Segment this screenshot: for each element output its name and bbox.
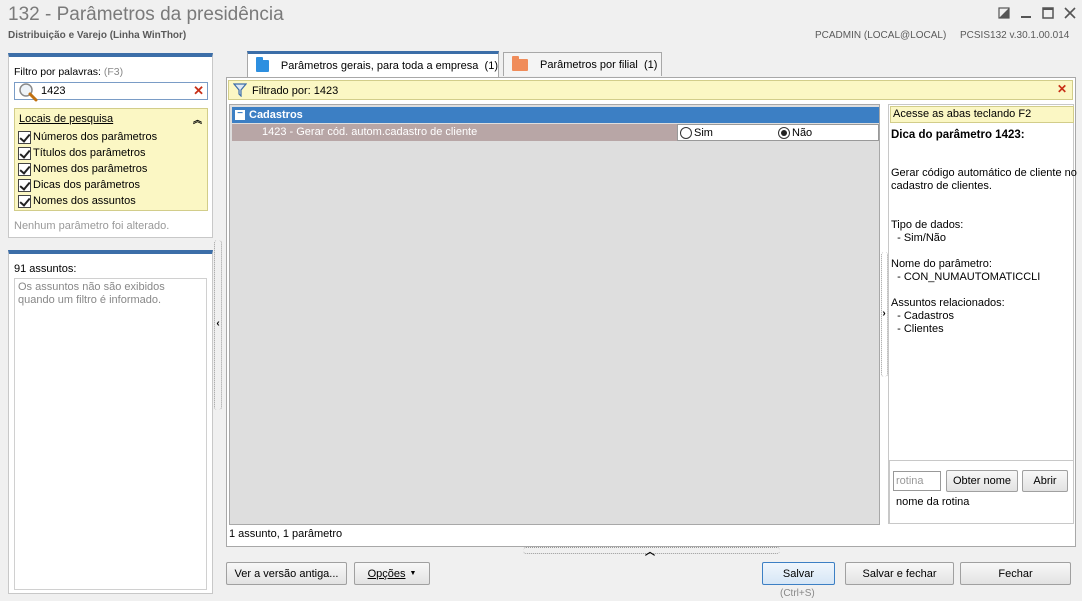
user-info: PCADMIN (LOCAL@LOCAL) xyxy=(815,30,947,41)
subjects-panel: 91 assuntos: Os assuntos não são exibido… xyxy=(8,250,213,594)
help-related-label: Assuntos relacionados: xyxy=(891,297,1005,309)
version-info: PCSIS132 v.30.1.00.014 xyxy=(960,30,1070,41)
window-title: 132 - Parâmetros da presidência xyxy=(8,4,284,25)
checkbox[interactable] xyxy=(18,162,31,176)
rotina-box: Obter nome Abrir nome da rotina xyxy=(889,460,1074,524)
subjects-count: 91 assuntos: xyxy=(14,263,77,275)
search-locations-title[interactable]: Locais de pesquisa xyxy=(19,113,113,125)
parameter-row[interactable]: 1423 - Gerar cód. autom.cadastro de clie… xyxy=(232,124,879,141)
location-checkbox-row[interactable]: Títulos dos parâmetros xyxy=(18,145,146,161)
radio-nao[interactable] xyxy=(778,127,790,139)
tab-label: Parâmetros gerais, para toda a empresa xyxy=(280,59,479,72)
restore-icon[interactable] xyxy=(996,5,1012,21)
active-filter-bar: Filtrado por: 1423 ✕ xyxy=(228,80,1073,100)
location-label: Dicas dos parâmetros xyxy=(33,179,140,191)
change-status: Nenhum parâmetro foi alterado. xyxy=(14,220,170,232)
radio-sim[interactable] xyxy=(680,127,692,139)
location-label: Títulos dos parâmetros xyxy=(33,147,146,159)
collapse-group-icon[interactable]: − xyxy=(235,109,245,120)
search-icon xyxy=(17,82,39,102)
checkbox[interactable] xyxy=(18,146,31,160)
parameter-label: 1423 - Gerar cód. autom.cadastro de clie… xyxy=(262,126,478,138)
help-description: Gerar código automático de cliente no xyxy=(891,167,1077,179)
options-button[interactable]: Opções ▼ xyxy=(354,562,430,585)
filter-panel: Filtro por palavras: (F3) ✕ Locais de pe… xyxy=(8,53,213,238)
filter-input-box[interactable]: ✕ xyxy=(14,82,208,102)
collapse-right-icon[interactable]: › xyxy=(880,308,888,319)
close-icon[interactable] xyxy=(1062,5,1078,21)
close-button[interactable]: Fechar xyxy=(960,562,1071,585)
location-checkbox-row[interactable]: Nomes dos parâmetros xyxy=(18,161,147,177)
location-label: Números dos parâmetros xyxy=(33,131,158,143)
grid-status: 1 assunto, 1 parâmetro xyxy=(229,528,343,540)
folder-icon xyxy=(256,56,269,72)
subjects-list[interactable]: Os assuntos não são exibidos quando um f… xyxy=(14,278,207,590)
minimize-icon[interactable] xyxy=(1018,5,1034,21)
dropdown-arrow-icon: ▼ xyxy=(409,570,417,577)
filter-shortcut-hint: (F3) xyxy=(103,66,124,78)
title-bar: 132 - Parâmetros da presidência Distribu… xyxy=(0,0,1082,45)
subjects-note: Os assuntos não são exibidos quando um f… xyxy=(18,281,165,306)
help-description: cadastro de clientes. xyxy=(891,180,992,192)
location-checkbox-row[interactable]: Nomes dos assuntos xyxy=(18,193,136,209)
help-related-item: - Cadastros xyxy=(891,310,954,322)
option-sim[interactable]: Sim xyxy=(680,127,713,139)
location-checkbox-row[interactable]: Números dos parâmetros xyxy=(18,129,157,145)
tab-count: (1) xyxy=(484,59,498,72)
help-data-type: - Sim/Não xyxy=(891,232,947,244)
filter-label-text: Filtro por palavras: xyxy=(14,66,101,78)
rotina-input[interactable] xyxy=(893,471,941,491)
parameters-grid: − Cadastros 1423 - Gerar cód. autom.cada… xyxy=(229,104,880,525)
help-param-name: - CON_NUMAUTOMATICCLI xyxy=(891,271,1041,283)
help-data-type-label: Tipo de dados: xyxy=(891,219,964,231)
funnel-icon xyxy=(232,83,248,100)
obter-nome-button[interactable]: Obter nome xyxy=(946,470,1018,492)
save-button[interactable]: Salvar xyxy=(762,562,835,585)
collapse-bottom-icon[interactable]: ︿ xyxy=(645,543,655,558)
folder-icon xyxy=(512,55,528,71)
filtered-label: Filtrado por: 1423 xyxy=(252,85,339,97)
help-related-item: - Clientes xyxy=(891,323,944,335)
maximize-icon[interactable] xyxy=(1040,5,1056,21)
location-label: Nomes dos assuntos xyxy=(33,195,136,207)
group-label: Cadastros xyxy=(249,109,303,121)
option-nao[interactable]: Não xyxy=(778,127,812,139)
collapse-icon[interactable]: ︽ xyxy=(193,113,202,126)
save-and-close-button[interactable]: Salvar e fechar xyxy=(845,562,954,585)
group-row[interactable]: − Cadastros xyxy=(232,107,879,123)
window-subtitle: Distribuição e Varejo (Linha WinThor) xyxy=(8,30,187,41)
tab-label: Parâmetros por filial xyxy=(540,58,638,71)
old-version-label: Ver a versão antiga... xyxy=(234,567,339,580)
abrir-button[interactable]: Abrir xyxy=(1022,470,1068,492)
tab-parametros-gerais[interactable]: Parâmetros gerais, para toda a empresa (… xyxy=(247,51,499,77)
help-param-name-label: Nome do parâmetro: xyxy=(891,258,992,270)
options-label: Opções xyxy=(367,567,406,580)
option-label: Não xyxy=(792,127,813,139)
clear-active-filter-icon[interactable]: ✕ xyxy=(1057,82,1067,96)
old-version-button[interactable]: Ver a versão antiga... xyxy=(226,562,347,585)
collapse-left-icon[interactable]: ‹ xyxy=(214,318,222,329)
clear-filter-icon[interactable]: ✕ xyxy=(193,83,204,99)
location-label: Nomes dos parâmetros xyxy=(33,163,148,175)
option-label: Sim xyxy=(694,127,713,139)
checkbox[interactable] xyxy=(18,178,31,192)
help-title: Dica do parâmetro 1423: xyxy=(891,129,1025,141)
location-checkbox-row[interactable]: Dicas dos parâmetros xyxy=(18,177,140,193)
filter-label: Filtro por palavras: (F3) xyxy=(14,66,123,78)
filter-input[interactable] xyxy=(41,84,191,98)
help-tip: Acesse as abas teclando F2 xyxy=(890,106,1074,123)
tab-parametros-filial[interactable]: Parâmetros por filial (1) xyxy=(503,52,662,76)
tab-count: (1) xyxy=(643,58,658,71)
parameter-options: Sim Não xyxy=(677,124,879,141)
checkbox[interactable] xyxy=(18,194,31,208)
checkbox[interactable] xyxy=(18,130,31,144)
save-shortcut-hint: (Ctrl+S) xyxy=(780,588,815,599)
rotina-name-label: nome da rotina xyxy=(896,496,970,508)
search-locations-box: Locais de pesquisa ︽ Números dos parâmet… xyxy=(14,108,208,211)
